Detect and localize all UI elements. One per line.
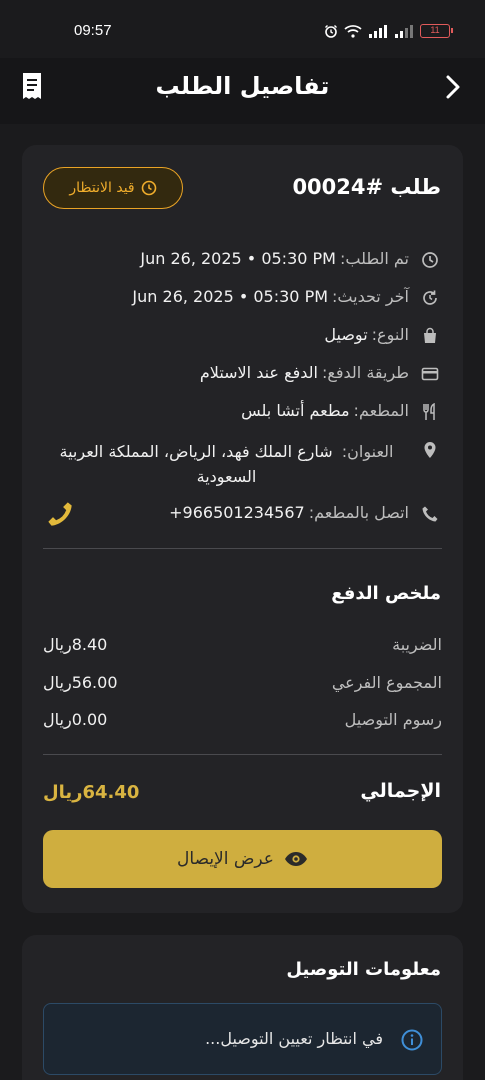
alarm-icon: [325, 25, 337, 38]
app-bar: تفاصيل الطلب: [0, 58, 485, 124]
subtotal-value: 56.00ريال: [43, 673, 118, 692]
page-title: تفاصيل الطلب: [155, 72, 330, 100]
payment-method-label: طريقة الدفع:: [321, 363, 409, 382]
ordered-label: تم الطلب:: [339, 249, 409, 268]
status-badge: قيد الانتظار: [43, 167, 183, 209]
address-label: العنوان:: [341, 442, 394, 461]
order-number: طلب #00024: [292, 175, 441, 199]
receipt-icon-button[interactable]: [18, 71, 46, 101]
delivery-fee-value: 0.00ريال: [43, 710, 108, 729]
payment-summary-title: ملخص الدفع: [331, 583, 441, 604]
delivery-info-title: معلومات التوصيل: [286, 959, 441, 980]
total-value: 64.40ريال: [43, 782, 140, 803]
chevron-right-icon: [446, 75, 460, 99]
tax-label: الضريبة: [392, 635, 442, 654]
divider: [43, 548, 442, 549]
status-bar: 09:57 11: [0, 0, 485, 58]
type-label: النوع:: [371, 325, 409, 344]
info-row-address: العنوان: شارع الملك فهد، الرياض، المملكة…: [44, 439, 441, 489]
signal-icon-2: [395, 25, 413, 38]
phone-icon: [422, 506, 438, 522]
updated-value: Jun 26, 2025 • 05:30 PM: [132, 287, 329, 306]
info-icon: [401, 1029, 423, 1051]
phone-value: +966501234567: [169, 503, 305, 522]
type-value: توصيل: [324, 325, 368, 344]
battery-level: 11: [430, 25, 440, 35]
view-receipt-label: عرض الإيصال: [177, 849, 274, 869]
wifi-icon: [344, 25, 362, 38]
address-text: العنوان: شارع الملك فهد، الرياض، المملكة…: [44, 439, 409, 489]
summary-row-delivery-fee: رسوم التوصيل 0.00ريال: [43, 710, 442, 734]
delivery-notice: في انتظار تعيين التوصيل...: [43, 1003, 442, 1075]
subtotal-label: المجموع الفرعي: [331, 673, 442, 692]
address-value: شارع الملك فهد، الرياض، المملكة العربية …: [59, 442, 333, 486]
total-label: الإجمالي: [360, 780, 441, 802]
delivery-info-card: معلومات التوصيل في انتظار تعيين التوصيل.…: [22, 935, 463, 1080]
delivery-notice-text: في انتظار تعيين التوصيل...: [205, 1029, 383, 1048]
divider: [43, 754, 442, 755]
order-details-card: طلب #00024 قيد الانتظار تم الطلب: Jun 26…: [22, 145, 463, 913]
delivery-fee-label: رسوم التوصيل: [344, 710, 442, 729]
battery-icon: 11: [420, 24, 453, 38]
signal-icon: [369, 25, 387, 38]
refresh-icon: [423, 290, 437, 305]
status-badge-label: قيد الانتظار: [69, 180, 135, 196]
info-row-restaurant: المطعم: مطعم أتشا بلس: [241, 401, 441, 421]
restaurant-value: مطعم أتشا بلس: [241, 401, 350, 420]
info-row-type: النوع: توصيل: [324, 325, 441, 345]
tax-value: 8.40ريال: [43, 635, 108, 654]
info-row-phone: اتصل بالمطعم: +966501234567: [169, 503, 441, 523]
phone-label: اتصل بالمطعم:: [308, 503, 409, 522]
clock-icon: [422, 252, 438, 268]
bag-icon: [424, 327, 436, 343]
updated-label: آخر تحديث:: [332, 287, 409, 306]
phone-icon: [48, 502, 72, 526]
restaurant-icon: [423, 403, 435, 420]
location-icon: [424, 442, 436, 458]
info-row-ordered: تم الطلب: Jun 26, 2025 • 05:30 PM: [140, 249, 441, 269]
receipt-icon: [23, 73, 41, 99]
view-receipt-button[interactable]: عرض الإيصال: [43, 830, 442, 888]
ordered-value: Jun 26, 2025 • 05:30 PM: [140, 249, 336, 268]
summary-row-tax: الضريبة 8.40ريال: [43, 635, 442, 659]
payment-method-value: الدفع عند الاستلام: [199, 363, 318, 382]
eye-icon: [284, 852, 307, 866]
info-row-updated: آخر تحديث: Jun 26, 2025 • 05:30 PM: [132, 287, 441, 307]
restaurant-label: المطعم:: [353, 401, 409, 420]
status-time: 09:57: [74, 22, 112, 39]
status-icons: 11: [324, 24, 453, 38]
card-icon: [421, 367, 439, 381]
summary-row-subtotal: المجموع الفرعي 56.00ريال: [43, 673, 442, 697]
clock-icon: [141, 180, 156, 196]
info-row-payment: طريقة الدفع: الدفع عند الاستلام: [200, 363, 441, 383]
back-button[interactable]: [439, 72, 467, 102]
call-restaurant-button[interactable]: [46, 500, 74, 528]
